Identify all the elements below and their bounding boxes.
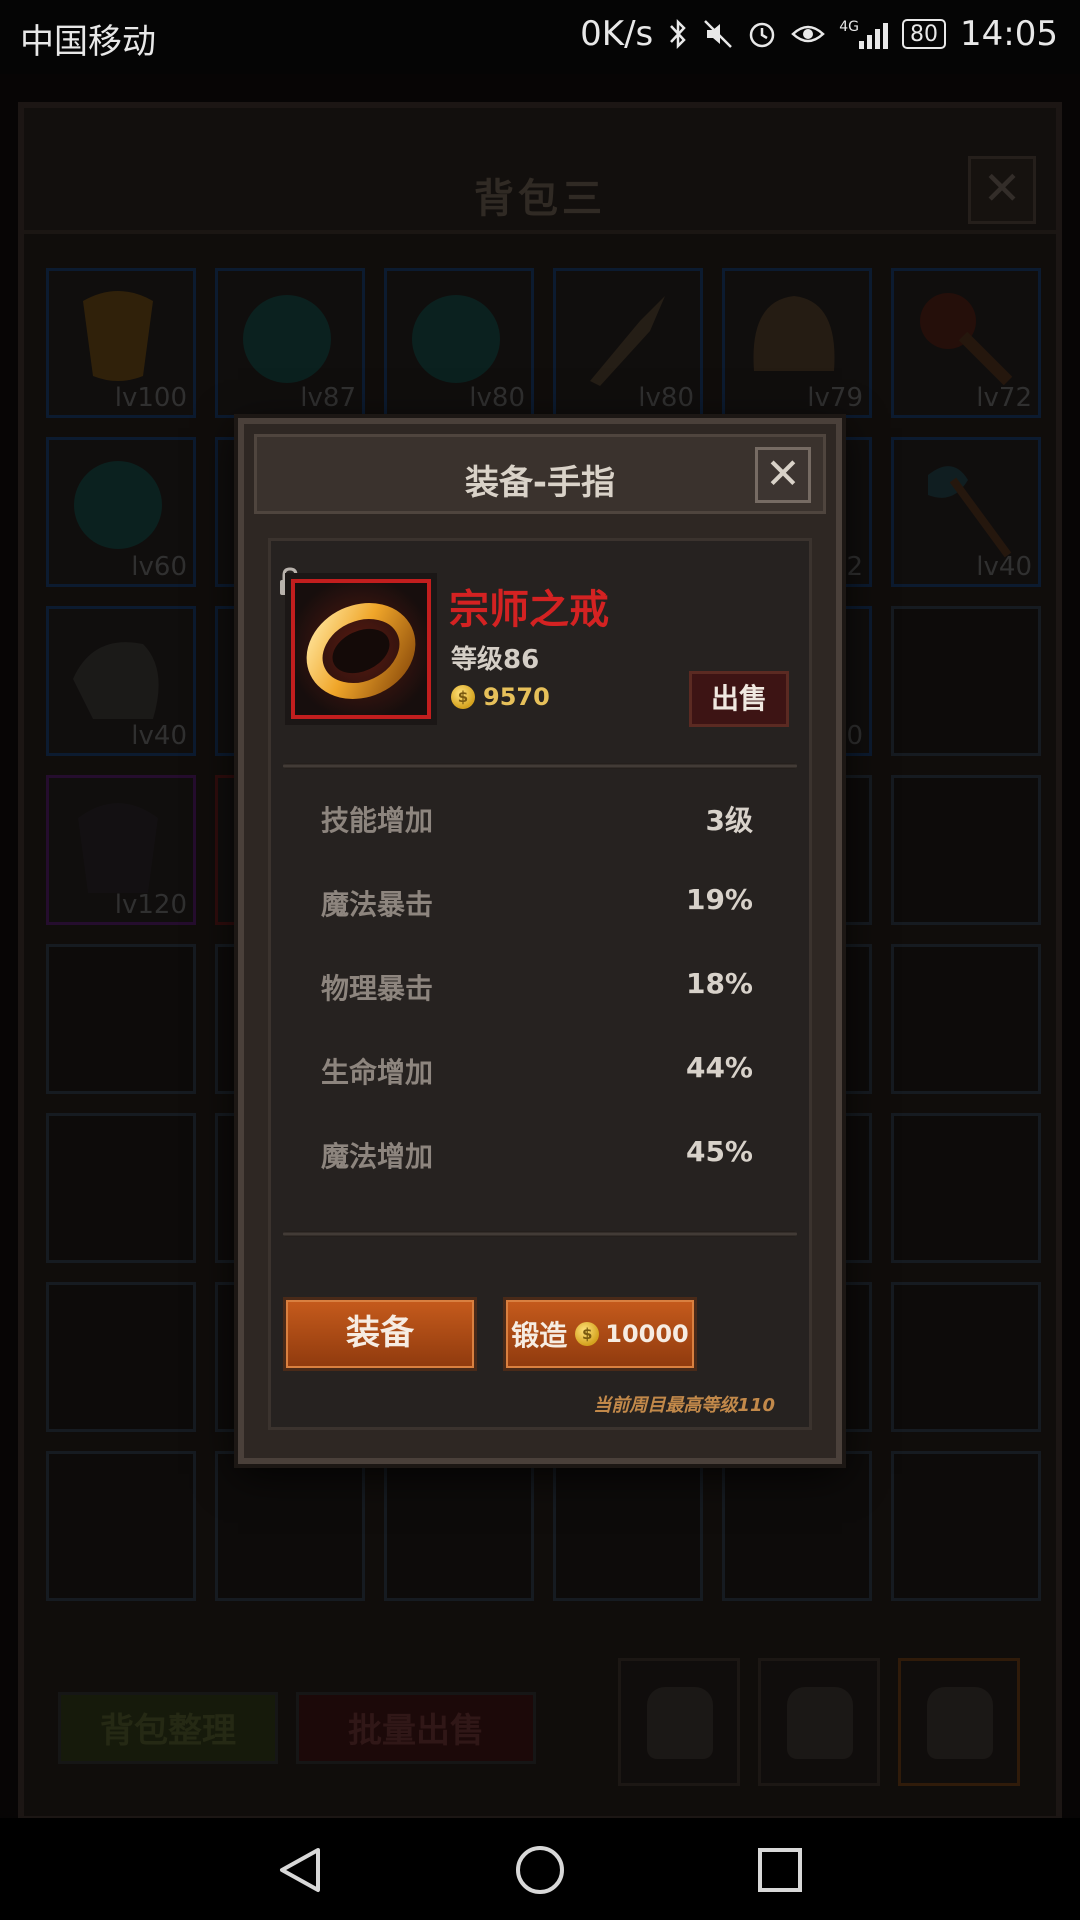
gold-ring-icon: [295, 583, 427, 715]
stat-row: 生命增加 44%: [321, 1051, 753, 1091]
stat-row: 魔法暴击 19%: [321, 883, 753, 923]
stat-name: 技能增加: [321, 804, 434, 837]
signal-icon: 4G: [839, 19, 889, 49]
stat-name: 生命增加: [321, 1056, 434, 1089]
equip-button[interactable]: 装备: [283, 1297, 477, 1371]
stat-value: 18%: [685, 967, 753, 1000]
stat-row: 技能增加 3级: [321, 799, 753, 839]
carrier-label: 中国移动: [20, 22, 156, 62]
bluetooth-icon: [667, 18, 689, 50]
coin-icon: $: [451, 685, 475, 709]
battery-level: 80: [910, 21, 939, 47]
dialog-header: 装备-手指 ✕: [254, 434, 826, 514]
divider: [283, 1231, 797, 1237]
item-price-value: 9570: [483, 683, 550, 711]
network-type: 4G: [839, 19, 860, 35]
sell-button[interactable]: 出售: [689, 671, 789, 727]
dialog-close-button[interactable]: ✕: [755, 447, 811, 503]
stat-row: 物理暴击 18%: [321, 967, 753, 1007]
stat-name: 魔法增加: [321, 1140, 434, 1173]
recents-icon[interactable]: [754, 1844, 806, 1896]
stat-value: 3级: [705, 804, 753, 837]
mute-icon: [703, 19, 733, 49]
stat-name: 物理暴击: [321, 972, 434, 1005]
network-speed: 0K/s: [580, 14, 654, 54]
coin-icon: $: [575, 1322, 600, 1346]
item-level: 等级86: [451, 645, 540, 675]
alarm-icon: [747, 19, 777, 49]
stat-row: 魔法增加 45%: [321, 1135, 753, 1175]
stat-value: 19%: [685, 883, 753, 916]
stat-value: 44%: [685, 1051, 753, 1084]
forge-button[interactable]: 锻造 $ 10000: [503, 1297, 697, 1371]
home-icon[interactable]: [514, 1844, 566, 1896]
item-name: 宗师之戒: [449, 587, 609, 633]
forge-cost: $ 10000: [575, 1320, 689, 1348]
eye-icon: [791, 21, 826, 47]
navigation-bar: [0, 1818, 1080, 1920]
stat-value: 45%: [685, 1135, 753, 1168]
forge-label: 锻造: [511, 1319, 568, 1352]
dialog-body: 宗师之戒 等级86 $ 9570 出售 技能增加 3级 魔法暴击 19% 物理暴…: [268, 538, 812, 1430]
forge-note: 当前周目最高等级110: [593, 1395, 775, 1416]
item-detail-dialog: 装备-手指 ✕ 宗师之戒 等级86 $ 9570 出售 技能增加 3级 魔法暴击…: [238, 418, 842, 1464]
battery-icon: 80: [902, 19, 947, 49]
status-icons: 0K/s 4G 80 14:05: [580, 14, 1058, 54]
forge-cost-value: 10000: [605, 1320, 689, 1348]
stat-name: 魔法暴击: [321, 888, 434, 921]
divider: [283, 763, 797, 769]
status-bar: 中国移动 0K/s 4G 80 14:05: [0, 0, 1080, 74]
dialog-title: 装备-手指: [464, 463, 616, 503]
item-price: $ 9570: [451, 683, 550, 711]
item-icon-frame[interactable]: [291, 579, 431, 719]
clock: 14:05: [960, 14, 1058, 54]
back-icon[interactable]: [274, 1844, 326, 1896]
